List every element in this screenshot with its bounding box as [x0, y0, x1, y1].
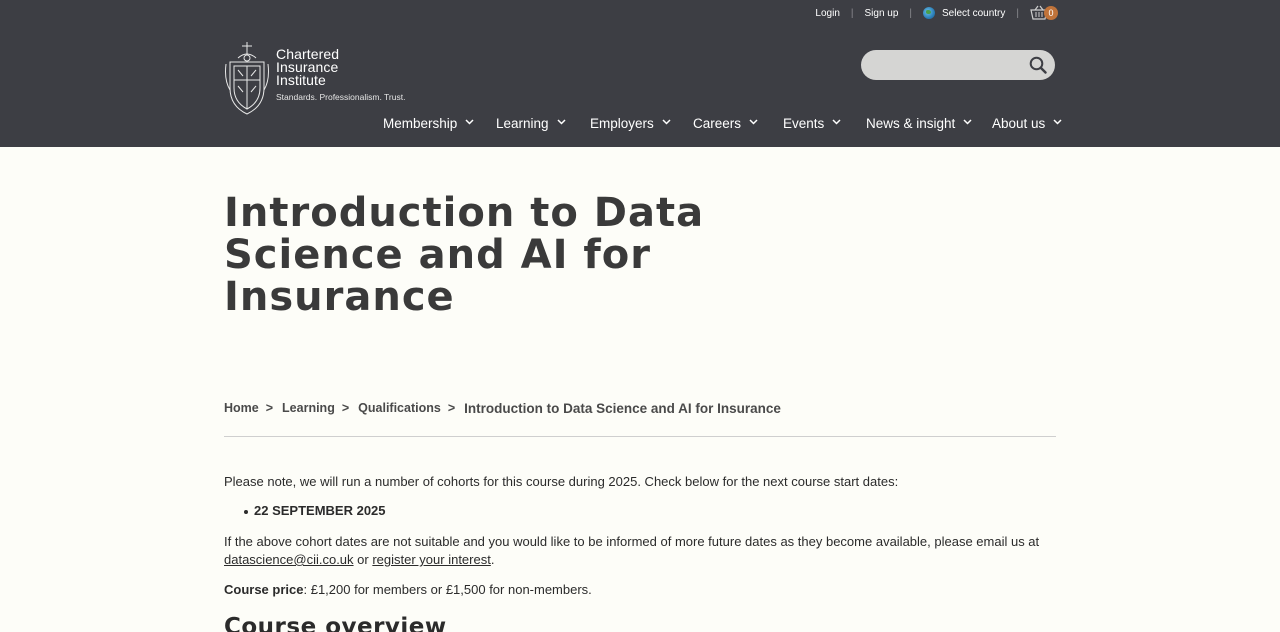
basket-count-badge: 0 [1044, 6, 1058, 20]
separator: | [850, 7, 854, 19]
logo-wordmark: Chartered Insurance Institute [276, 47, 339, 88]
chevron-down-icon [963, 118, 972, 125]
page-title: Introduction to Data Science and AI for … [224, 190, 705, 320]
intro-text: Please note, we will run a number of coh… [224, 474, 899, 489]
price-label: Course price [224, 582, 304, 597]
nav-item-about-us[interactable]: About us [992, 116, 1062, 131]
nav-item-label: Learning [496, 116, 549, 131]
breadcrumb-qualifications[interactable]: Qualifications [358, 401, 441, 415]
course-date: 22 SEPTEMBER 2025 [244, 503, 386, 518]
period-text: . [490, 552, 495, 567]
breadcrumb-separator: > [265, 400, 274, 415]
logo-line: Institute [276, 72, 326, 88]
nav-item-events[interactable]: Events [783, 116, 841, 131]
separator: | [1016, 7, 1019, 19]
nav-item-membership[interactable]: Membership [383, 116, 474, 131]
cii-logo[interactable]: Chartered Insurance Institute Standards.… [224, 40, 424, 120]
contact-line: datascience@cii.co.uk or register your i… [224, 551, 494, 569]
course-price: Course price: £1,200 for members or £1,5… [224, 581, 592, 599]
breadcrumb-home[interactable]: Home [224, 401, 259, 415]
register-interest-link[interactable]: register your interest [372, 552, 491, 567]
email-link[interactable]: datascience@cii.co.uk [224, 552, 354, 567]
course-dates-list: 22 SEPTEMBER 2025 [244, 503, 386, 518]
breadcrumb-separator: > [447, 400, 456, 415]
or-text: or [353, 552, 373, 567]
chevron-down-icon [832, 118, 841, 125]
nav-item-learning[interactable]: Learning [496, 116, 566, 131]
chevron-down-icon [1053, 118, 1062, 125]
chevron-down-icon [749, 118, 758, 125]
nav-item-employers[interactable]: Employers [590, 116, 671, 131]
login-link[interactable]: Login [815, 8, 839, 19]
chevron-down-icon [662, 118, 671, 125]
utility-bar: Login | Sign up | Select country | 0 [0, 0, 1280, 26]
nav-item-label: Employers [590, 116, 654, 131]
breadcrumb: Home > Learning > Qualifications > Intro… [224, 400, 781, 417]
search-icon[interactable] [1029, 56, 1047, 74]
main-nav: Membership Learning Employers Careers Ev… [0, 116, 1280, 138]
divider [224, 436, 1056, 437]
nav-item-label: Membership [383, 116, 458, 131]
main-header: Chartered Insurance Institute Standards.… [0, 26, 1280, 147]
chevron-down-icon [557, 118, 566, 125]
future-dates-text: If the above cohort dates are not suitab… [224, 534, 1040, 549]
breadcrumb-separator: > [341, 400, 350, 415]
price-text: : £1,200 for members or £1,500 for non-m… [303, 582, 592, 597]
search-input[interactable] [861, 50, 1055, 80]
chevron-down-icon [465, 118, 474, 125]
signup-link[interactable]: Sign up [864, 8, 898, 19]
nav-item-label: About us [992, 116, 1046, 131]
globe-icon [923, 7, 936, 19]
nav-item-label: News & insight [866, 116, 956, 131]
nav-item-news-insight[interactable]: News & insight [866, 116, 972, 131]
select-country-link[interactable]: Select country [942, 8, 1005, 19]
crest-icon [225, 42, 269, 115]
utility-links: Login | Sign up | Select country | 0 [815, 0, 1058, 26]
breadcrumb-learning[interactable]: Learning [282, 401, 335, 415]
logo-tagline: Standards. Professionalism. Trust. [276, 92, 406, 102]
nav-item-label: Events [783, 116, 825, 131]
course-overview-heading: Course overview [224, 614, 447, 632]
nav-item-careers[interactable]: Careers [693, 116, 758, 131]
breadcrumb-current: Introduction to Data Science and AI for … [464, 401, 781, 416]
basket-button[interactable]: 0 [1030, 5, 1058, 21]
separator: | [909, 7, 913, 19]
nav-item-label: Careers [693, 116, 742, 131]
